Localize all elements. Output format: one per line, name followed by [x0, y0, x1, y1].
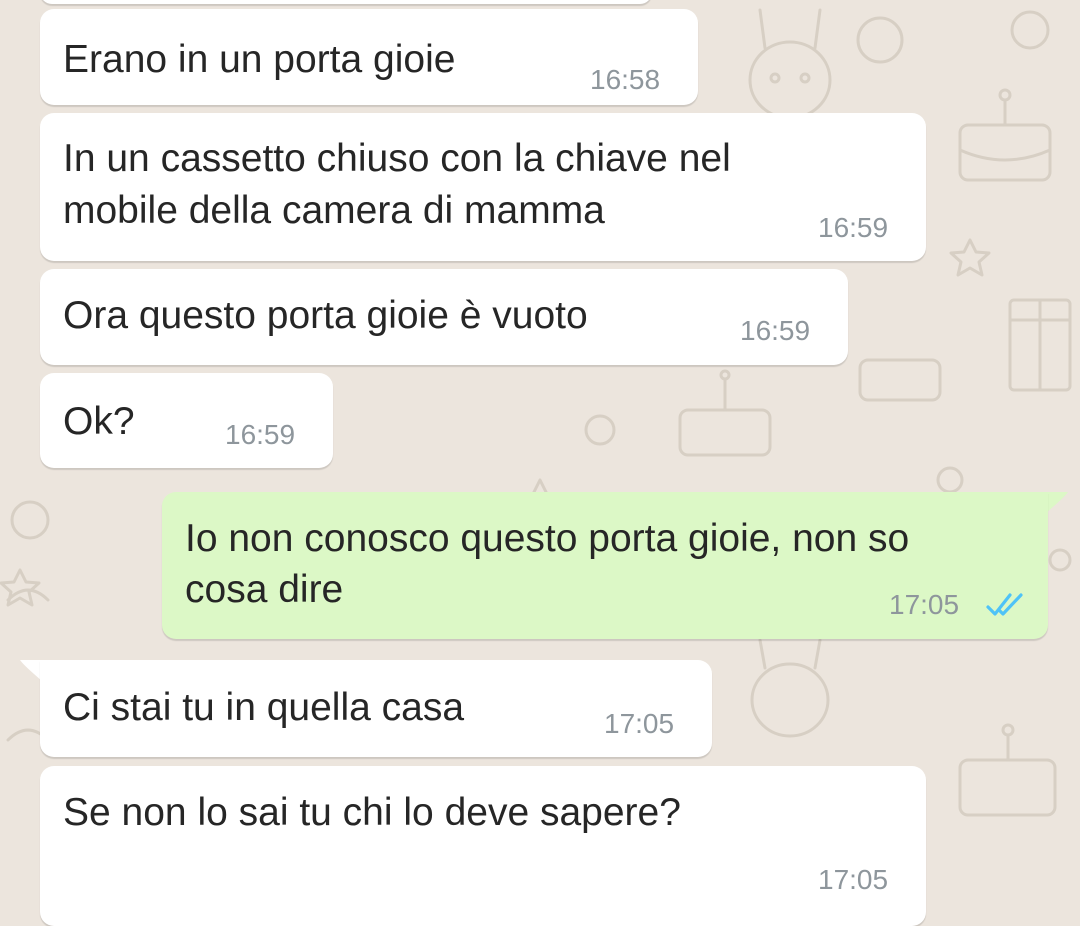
message-bubble[interactable]: Ok? 16:59 [40, 373, 333, 468]
message-bubble[interactable]: Erano in un porta gioie 16:58 [40, 9, 698, 105]
message-text-line-1: In un cassetto chiuso con la chiave nel [63, 137, 731, 180]
message-timestamp: 16:59 [818, 212, 889, 243]
message-timestamp: 16:59 [225, 419, 296, 450]
message-bubble[interactable]: Ora questo porta gioie è vuoto 16:59 [40, 269, 848, 365]
message-bubble[interactable]: Ci stai tu in quella casa 17:05 [40, 660, 712, 757]
message-timestamp: 17:05 [818, 864, 889, 895]
message-text: Se non lo sai tu chi lo deve sapere? [63, 791, 681, 834]
double-check-icon [986, 593, 1023, 616]
message-bubble[interactable]: Se non lo sai tu chi lo deve sapere? 17:… [40, 766, 926, 926]
message-text: Ora questo porta gioie è vuoto [63, 294, 588, 337]
outgoing-message-bubble[interactable]: Io non conosco questo porta gioie, non s… [162, 492, 1048, 639]
message-text: Erano in un porta gioie [63, 38, 456, 81]
message-text: Ci stai tu in quella casa [63, 686, 465, 729]
message-text-line-2: cosa dire [185, 568, 344, 611]
message-timestamp: 17:05 [889, 589, 960, 620]
message-timestamp: 16:59 [740, 315, 811, 346]
previous-message-bubble [40, 0, 652, 4]
message-text: Ok? [63, 400, 135, 443]
message-bubble[interactable]: In un cassetto chiuso con la chiave nel … [40, 113, 926, 261]
message-text-line-1: Io non conosco questo porta gioie, non s… [185, 517, 910, 560]
message-text-line-2: mobile della camera di mamma [63, 189, 605, 232]
message-timestamp: 16:58 [590, 64, 661, 95]
message-timestamp: 17:05 [604, 708, 675, 739]
